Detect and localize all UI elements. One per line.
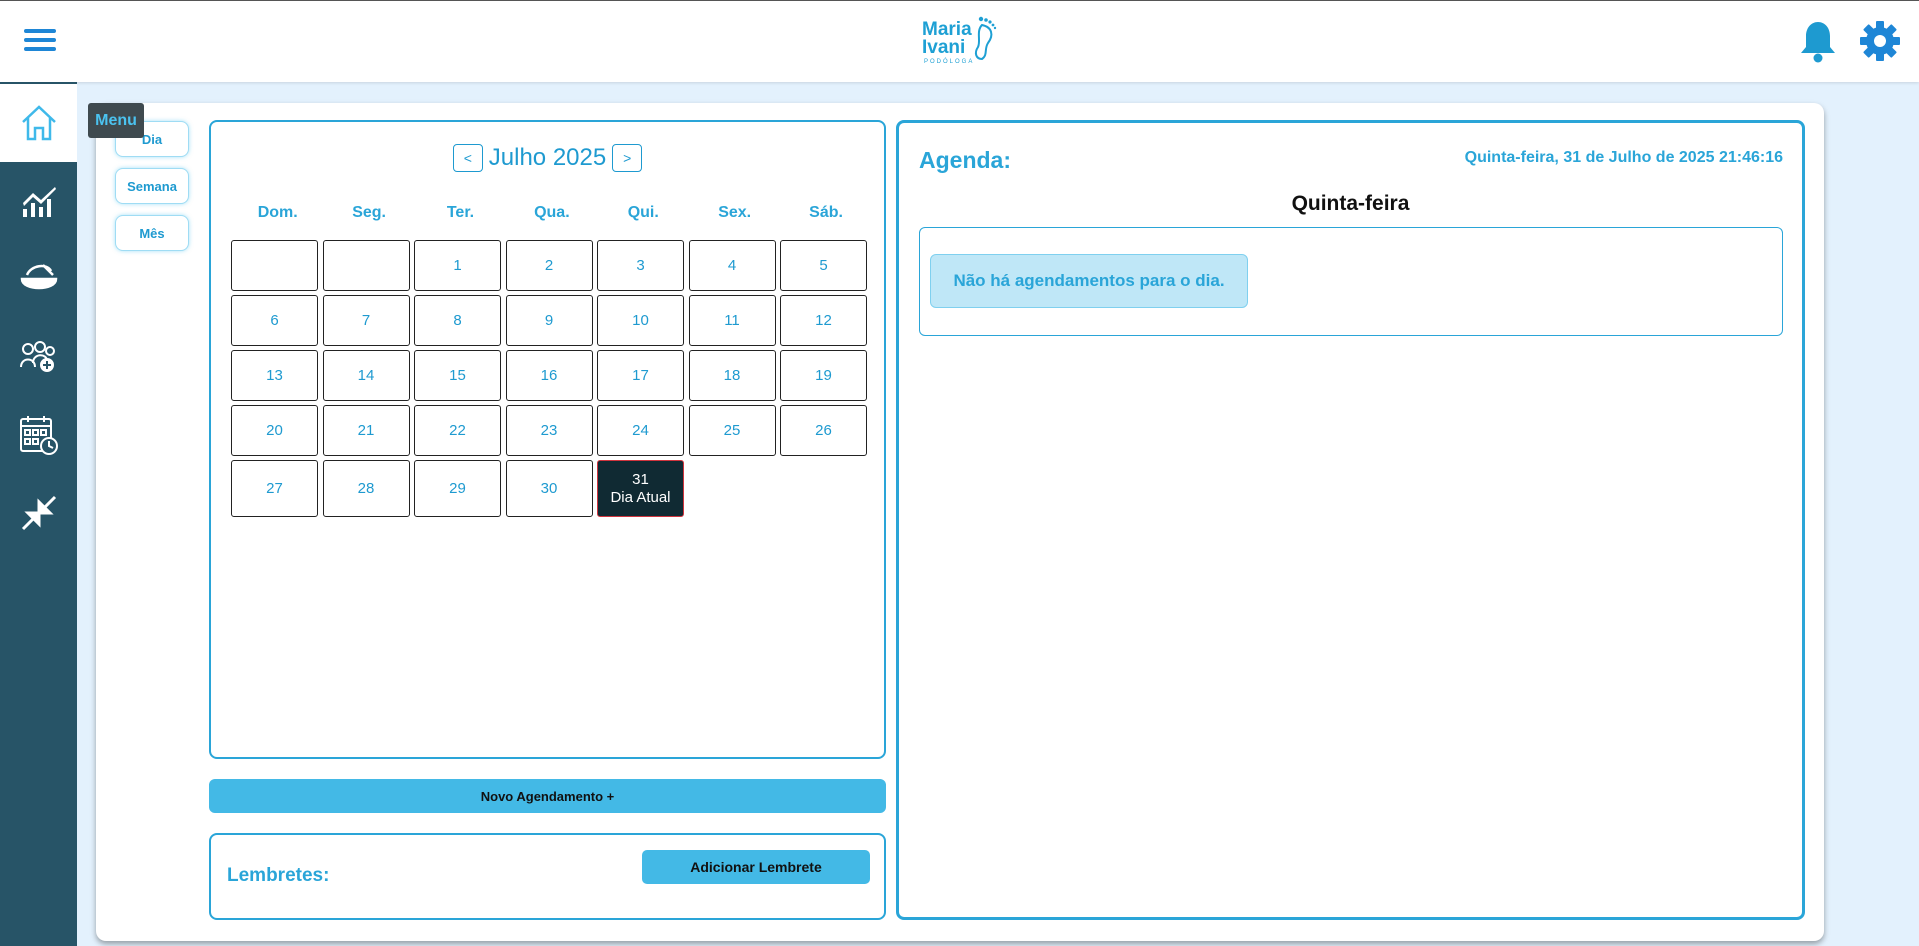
calendar-day[interactable]: 25 xyxy=(688,405,776,456)
menu-tooltip: Menu xyxy=(88,103,144,138)
logo-subtitle: PODÓLOGA xyxy=(924,59,975,65)
calendar-day[interactable]: 6 xyxy=(231,295,318,346)
calendar-day[interactable]: 19 xyxy=(780,350,867,401)
weekday-label: Ter. xyxy=(446,204,475,221)
calendar-day[interactable]: 11 xyxy=(688,295,776,346)
calendar-day[interactable]: 8 xyxy=(414,295,501,346)
calendar-day[interactable]: 15 xyxy=(414,350,501,401)
calendar-day[interactable]: 2 xyxy=(505,240,593,291)
new-appointment-button[interactable]: Novo Agendamento + xyxy=(209,779,886,813)
calendar-day[interactable]: 27 xyxy=(231,460,318,517)
calendar-day[interactable]: 12 xyxy=(780,295,867,346)
weekday-label: Qua. xyxy=(534,204,570,221)
agenda-day-box: Não há agendamentos para o dia. xyxy=(919,227,1783,336)
weekday-label: Sáb. xyxy=(809,204,843,221)
add-patients-icon xyxy=(19,341,55,372)
today-day-number: 31 xyxy=(632,470,649,488)
calendar-day[interactable]: 3 xyxy=(597,240,684,291)
logo: Maria Ivani PODÓLOGA xyxy=(920,15,1000,69)
sidebar-item-procedures[interactable] xyxy=(0,240,77,318)
sidebar-item-home[interactable] xyxy=(0,84,77,162)
calendar-empty-cell xyxy=(322,240,410,291)
calendar-day[interactable]: 23 xyxy=(505,405,593,456)
foot-care-icon xyxy=(20,264,57,290)
calendar-panel: < Julho 2025 > Dom. Seg. Ter. Qua. Qui. … xyxy=(209,120,886,759)
calendar-empty-cell xyxy=(231,240,318,291)
weekday-label: Dom. xyxy=(257,204,298,221)
month-title: Julho 2025 xyxy=(488,144,607,171)
agenda-weekday: Quinta-feira xyxy=(1291,192,1410,215)
hamburger-menu-icon[interactable] xyxy=(24,29,56,55)
calendar-header: < Julho 2025 > xyxy=(211,144,884,172)
logo-line-2: Ivani xyxy=(922,37,966,58)
sidebar xyxy=(0,82,77,946)
agenda-datetime: Quinta-feira, 31 de Julho de 2025 21:46:… xyxy=(1464,149,1783,166)
bell-icon[interactable] xyxy=(1798,19,1838,63)
calendar-day[interactable]: 29 xyxy=(414,460,501,517)
calendar-day[interactable]: 24 xyxy=(597,405,684,456)
reminders-panel: Lembretes: Adicionar Lembrete xyxy=(209,833,886,920)
calendar-day[interactable]: 10 xyxy=(597,295,684,346)
agenda-title: Agenda: xyxy=(919,147,1011,173)
calendar-clock-icon xyxy=(19,416,58,455)
prev-month-button[interactable]: < xyxy=(452,144,483,172)
calendar-day[interactable]: 1 xyxy=(414,240,501,291)
top-bar: Maria Ivani PODÓLOGA xyxy=(0,0,1919,82)
calendar-day[interactable]: 7 xyxy=(322,295,410,346)
calendar-day[interactable]: 22 xyxy=(414,405,501,456)
sidebar-item-schedule[interactable] xyxy=(0,396,77,474)
next-month-button[interactable]: > xyxy=(612,144,643,172)
calendar-day[interactable]: 4 xyxy=(688,240,776,291)
calendar-day[interactable]: 14 xyxy=(322,350,410,401)
calendar-day[interactable]: 16 xyxy=(505,350,593,401)
calendar-day[interactable]: 18 xyxy=(688,350,776,401)
view-week-button[interactable]: Semana xyxy=(115,168,189,204)
calendar-day[interactable]: 28 xyxy=(322,460,410,517)
collapse-icon xyxy=(21,495,56,531)
calendar-day[interactable]: 30 xyxy=(505,460,593,517)
weekday-header-row: Dom. Seg. Ter. Qua. Qui. Sex. Sáb. xyxy=(232,204,872,222)
weekday-label: Sex. xyxy=(718,204,752,221)
view-month-button[interactable]: Mês xyxy=(115,215,189,251)
foot-logo-icon xyxy=(974,16,997,61)
sidebar-item-patients[interactable] xyxy=(0,318,77,396)
sidebar-item-reports[interactable] xyxy=(0,162,77,240)
calendar-day[interactable]: 26 xyxy=(780,405,867,456)
gear-icon[interactable] xyxy=(1858,19,1902,63)
calendar-day[interactable]: 5 xyxy=(780,240,867,291)
home-icon xyxy=(21,105,56,141)
calendar-day[interactable]: 21 xyxy=(322,405,410,456)
empty-agenda-message: Não há agendamentos para o dia. xyxy=(930,254,1248,308)
weekday-label: Seg. xyxy=(352,204,386,221)
calendar-day[interactable]: 17 xyxy=(597,350,684,401)
today-label: Dia Atual xyxy=(610,488,671,506)
chart-icon xyxy=(22,187,56,217)
weekday-label: Qui. xyxy=(627,204,659,221)
calendar-day[interactable]: 13 xyxy=(231,350,318,401)
add-reminder-button[interactable]: Adicionar Lembrete xyxy=(642,850,870,884)
calendar-day[interactable]: 9 xyxy=(505,295,593,346)
reminders-label: Lembretes: xyxy=(227,865,330,886)
calendar-day[interactable]: 20 xyxy=(231,405,318,456)
calendar-day-today[interactable]: 31 Dia Atual xyxy=(597,460,684,517)
sidebar-item-collapse[interactable] xyxy=(0,474,77,552)
calendar-grid: 1 2 3 4 5 6 7 8 9 10 11 12 13 14 15 16 17 18 19 20 21 22 23 24 2… xyxy=(231,240,867,517)
agenda-panel: Agenda: Quinta-feira, 31 de Julho de 202… xyxy=(896,120,1805,920)
